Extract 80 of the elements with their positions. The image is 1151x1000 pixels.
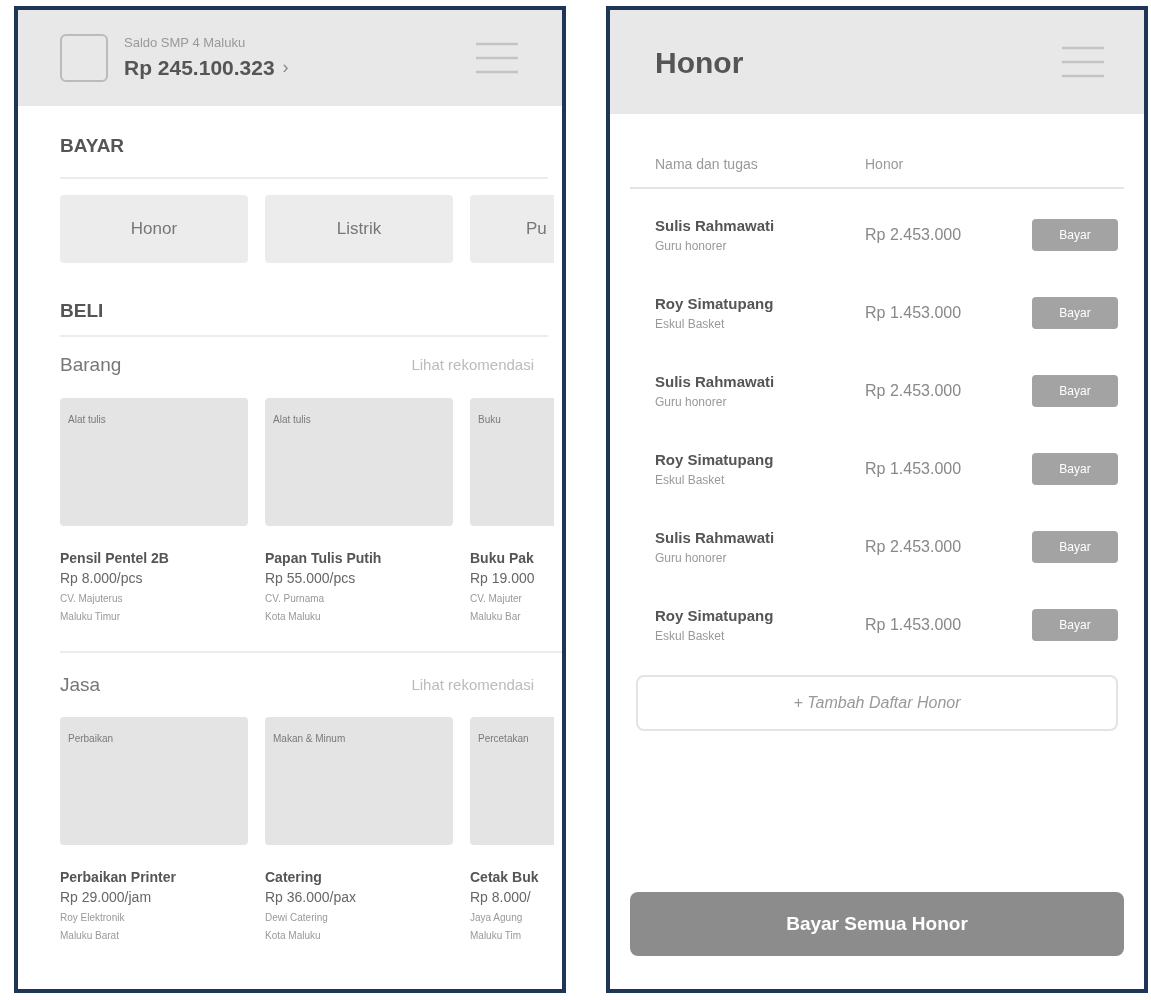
task-label: Eskul Basket: [655, 316, 726, 334]
product-name: Cetak Buk: [470, 868, 540, 886]
product-name: Buku Pak: [470, 548, 535, 567]
category-tag: Buku: [478, 413, 501, 425]
product-name: Papan Tulis Putih: [265, 548, 383, 567]
seller-name: Dewi Catering: [265, 911, 329, 925]
seller-name: Roy Elektronik: [60, 911, 126, 925]
person-name: Roy Simatupang: [655, 605, 775, 626]
category-tag: Alat tulis: [273, 413, 311, 425]
avatar-placeholder-icon[interactable]: [60, 34, 108, 82]
category-tag: Alat tulis: [68, 413, 106, 425]
honor-amount: Rp 2.453.000: [865, 537, 963, 557]
person-name: Sulis Rahmawati: [655, 527, 776, 548]
recommendation-link[interactable]: Lihat rekomendasi: [411, 354, 534, 377]
column-header: Honor: [865, 155, 904, 174]
task-label: Guru honorer: [655, 394, 728, 412]
honor-amount: Rp 1.453.000: [865, 303, 963, 323]
person-name: Roy Simatupang: [655, 293, 775, 314]
product-name: Pensil Pentel 2B: [60, 548, 170, 567]
seller-location: Kota Maluku: [265, 929, 322, 943]
task-label: Eskul Basket: [655, 628, 726, 646]
seller-name: CV. Majuter: [470, 591, 523, 606]
seller-location: Maluku Bar: [470, 609, 522, 624]
product-image-placeholder[interactable]: Perbaikan: [60, 717, 248, 845]
section-heading: BELI: [60, 298, 105, 323]
product-image-placeholder[interactable]: Buku: [470, 397, 554, 526]
subsection-title: Barang: [60, 353, 122, 377]
seller-location: Maluku Timur: [60, 609, 121, 624]
product-price: Rp 8.000/: [470, 888, 532, 907]
product-image-placeholder[interactable]: Percetakan: [470, 717, 554, 845]
subsection-title: Jasa: [60, 672, 101, 697]
task-label: Guru honorer: [655, 550, 728, 568]
category-tag: Perbaikan: [68, 733, 114, 744]
product-price: Rp 19.000: [470, 568, 536, 588]
honor-amount: Rp 1.453.000: [865, 615, 963, 635]
recommendation-link[interactable]: Lihat rekomendasi: [411, 673, 534, 696]
pay-button[interactable]: Bayar: [1032, 375, 1118, 407]
product-name: Perbaikan Printer: [60, 868, 177, 886]
seller-location: Maluku Barat: [60, 929, 120, 943]
category-tag: Percetakan: [478, 733, 529, 744]
column-header: Nama dan tugas: [655, 155, 759, 174]
seller-location: Maluku Tim: [470, 929, 523, 943]
honor-amount: Rp 2.453.000: [865, 225, 963, 245]
product-image-placeholder[interactable]: Makan & Minum: [265, 717, 453, 845]
account-label: Saldo SMP 4 Maluku: [124, 33, 247, 52]
product-price: Rp 36.000/pax: [265, 888, 358, 907]
section-heading: BAYAR: [60, 134, 126, 158]
page-title: Honor: [655, 44, 744, 81]
add-honor-button[interactable]: + Tambah Daftar Honor: [636, 675, 1118, 731]
category-tag: Makan & Minum: [273, 733, 346, 744]
menu-icon[interactable]: [1062, 45, 1104, 79]
task-label: Guru honorer: [655, 238, 728, 256]
menu-icon[interactable]: [476, 41, 518, 75]
person-name: Sulis Rahmawati: [655, 215, 776, 236]
seller-name: Jaya Agung: [470, 911, 524, 925]
chevron[interactable]: ›: [282, 54, 289, 82]
pay-button[interactable]: Bayar: [1032, 219, 1118, 251]
payment-category-tile[interactable]: Pu: [470, 194, 554, 263]
product-name: Catering: [265, 868, 323, 886]
honor-amount: Rp 2.453.000: [865, 381, 963, 401]
seller-name: CV. Majuterus: [60, 591, 124, 606]
pay-button[interactable]: Bayar: [1032, 453, 1118, 485]
pay-button[interactable]: Bayar: [1032, 297, 1118, 329]
seller-name: CV. Purnama: [265, 591, 326, 606]
product-image-placeholder[interactable]: Alat tulis: [60, 397, 248, 526]
balance-amount[interactable]: Rp 245.100.323: [124, 52, 275, 84]
task-label: Eskul Basket: [655, 472, 726, 490]
honor-amount: Rp 1.453.000: [865, 459, 963, 479]
product-price: Rp 29.000/jam: [60, 888, 153, 907]
product-price: Rp 55.000/pcs: [265, 568, 357, 588]
pay-button[interactable]: Bayar: [1032, 609, 1118, 641]
payment-category-tile[interactable]: Honor: [60, 194, 248, 263]
payment-category-tile[interactable]: Listrik: [265, 194, 453, 263]
seller-location: Kota Maluku: [265, 609, 322, 624]
person-name: Sulis Rahmawati: [655, 371, 776, 392]
person-name: Roy Simatupang: [655, 449, 775, 470]
pay-all-button[interactable]: Bayar Semua Honor: [630, 892, 1124, 956]
product-price: Rp 8.000/pcs: [60, 568, 144, 588]
pay-button[interactable]: Bayar: [1032, 531, 1118, 563]
product-image-placeholder[interactable]: Alat tulis: [265, 397, 453, 526]
